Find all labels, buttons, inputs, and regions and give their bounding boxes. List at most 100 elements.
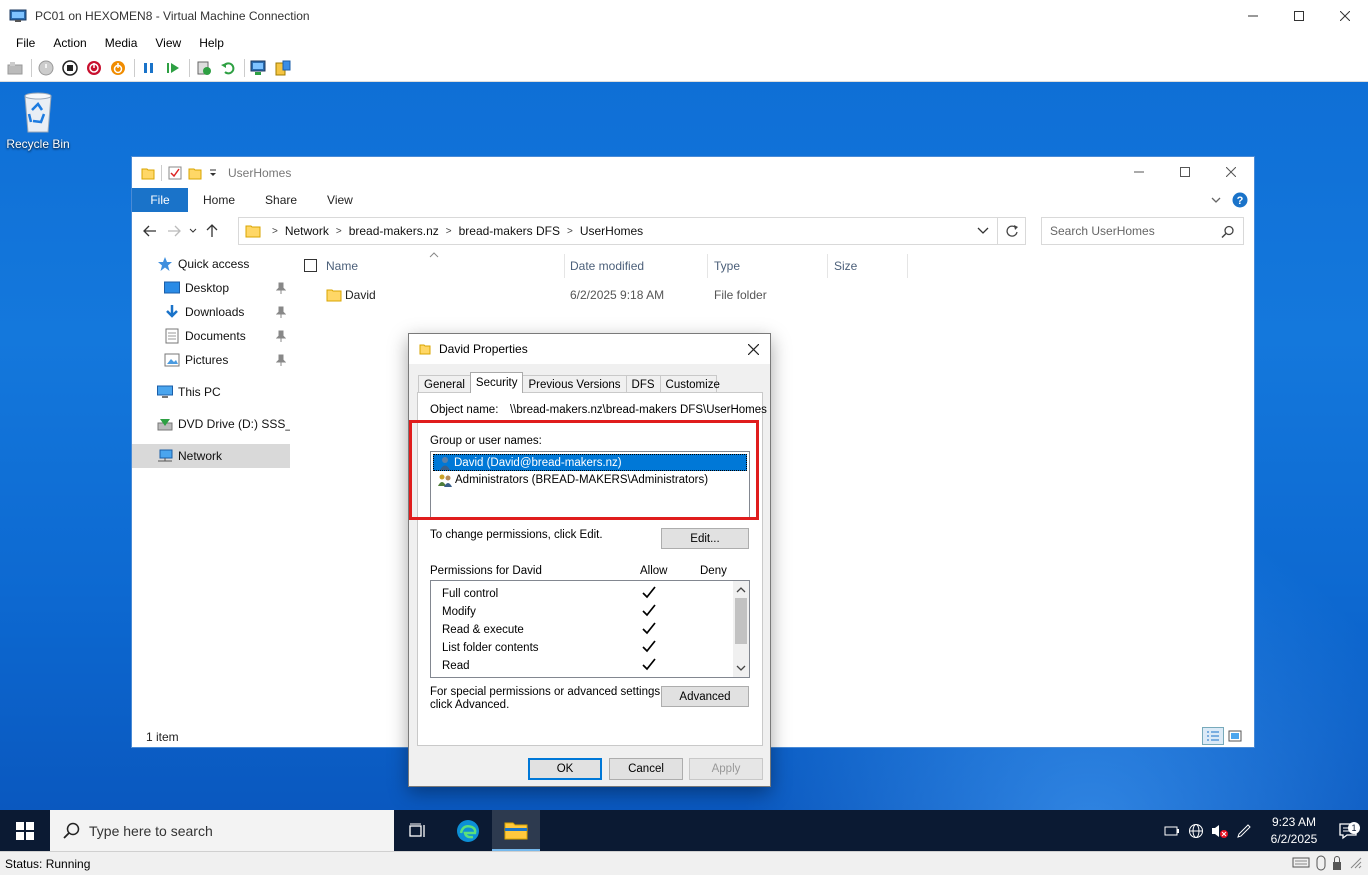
pause-icon[interactable] <box>139 58 159 78</box>
back-button[interactable] <box>138 225 162 237</box>
special-permissions-text: For special permissions or advanced sett… <box>430 686 664 698</box>
ctrl-alt-del-icon[interactable] <box>5 58 25 78</box>
up-button[interactable] <box>200 224 224 238</box>
explorer-close-button[interactable] <box>1208 157 1254 187</box>
maximize-button[interactable] <box>1276 0 1322 32</box>
resume-icon[interactable] <box>163 58 183 78</box>
nav-desktop[interactable]: Desktop <box>132 276 290 300</box>
nav-documents[interactable]: Documents <box>132 324 290 348</box>
tab-security[interactable]: Security <box>469 372 524 393</box>
shutdown-icon[interactable] <box>84 58 104 78</box>
nav-downloads-label: Downloads <box>185 305 245 319</box>
user-list[interactable]: David (David@bread-makers.nz) Administra… <box>430 451 750 519</box>
volume-muted-icon[interactable] <box>1208 823 1232 839</box>
permissions-scrollbar[interactable] <box>733 581 749 677</box>
notifications-button[interactable]: 1 <box>1328 821 1368 840</box>
taskbar-clock[interactable]: 9:23 AM 6/2/2025 <box>1260 814 1328 848</box>
tab-customize[interactable]: Customize <box>659 375 720 393</box>
nav-network[interactable]: Network <box>132 444 290 468</box>
scroll-up-icon[interactable] <box>733 583 749 597</box>
enhanced-session-icon[interactable] <box>249 58 269 78</box>
recent-locations-button[interactable] <box>186 228 200 234</box>
edit-button[interactable]: Edit... <box>661 528 749 549</box>
start-vm-icon[interactable] <box>36 58 56 78</box>
close-button[interactable] <box>1322 0 1368 32</box>
explorer-maximize-button[interactable] <box>1162 157 1208 187</box>
expand-ribbon-icon[interactable] <box>1210 195 1222 205</box>
task-view-button[interactable] <box>394 810 442 851</box>
taskbar-search-input[interactable]: Type here to search <box>50 810 394 851</box>
help-icon[interactable]: ? <box>1232 192 1248 208</box>
checkpoint-icon[interactable] <box>194 58 214 78</box>
breadcrumb-userhomes[interactable]: UserHomes <box>580 224 643 238</box>
scroll-down-icon[interactable] <box>733 661 749 675</box>
column-divider[interactable] <box>707 254 708 278</box>
tab-general[interactable]: General <box>418 375 471 393</box>
menu-action[interactable]: Action <box>44 36 95 50</box>
ok-button[interactable]: OK <box>528 758 602 780</box>
file-explorer-taskbar-button[interactable] <box>492 810 540 851</box>
scroll-thumb[interactable] <box>735 598 747 644</box>
column-date-modified[interactable]: Date modified <box>570 259 644 273</box>
edge-browser-button[interactable] <box>444 810 492 851</box>
globe-icon[interactable] <box>1184 823 1208 839</box>
allow-check-icon <box>642 604 656 617</box>
menu-media[interactable]: Media <box>96 36 147 50</box>
start-button[interactable] <box>0 810 50 851</box>
menu-help[interactable]: Help <box>190 36 233 50</box>
resize-grip-icon[interactable] <box>1348 855 1362 869</box>
column-divider[interactable] <box>907 254 908 278</box>
revert-icon[interactable] <box>218 58 238 78</box>
advanced-button[interactable]: Advanced <box>661 686 749 707</box>
details-view-button[interactable] <box>1202 727 1224 745</box>
nav-quick-access[interactable]: Quick access <box>132 252 290 276</box>
column-type[interactable]: Type <box>714 259 740 273</box>
address-dropdown-icon[interactable] <box>977 227 989 235</box>
tray-network-adapter-icon[interactable] <box>1160 824 1184 838</box>
folder-icon <box>419 344 431 355</box>
column-divider[interactable] <box>827 254 828 278</box>
ribbon-share-tab[interactable]: Share <box>250 193 312 207</box>
forward-button[interactable] <box>162 225 186 237</box>
permissions-header: Permissions for David <box>430 565 542 577</box>
ribbon-home-tab[interactable]: Home <box>188 193 250 207</box>
nav-this-pc[interactable]: This PC <box>132 380 290 404</box>
tab-dfs[interactable]: DFS <box>625 375 661 393</box>
nav-dvd-drive[interactable]: DVD Drive (D:) SSS_X6 <box>132 412 290 436</box>
cancel-button[interactable]: Cancel <box>609 758 683 780</box>
dialog-close-button[interactable] <box>742 339 764 359</box>
explorer-minimize-button[interactable] <box>1116 157 1162 187</box>
breadcrumb-network[interactable]: Network <box>285 224 329 238</box>
new-folder-icon[interactable] <box>188 166 202 180</box>
file-row[interactable]: David 6/2/2025 9:18 AM File folder <box>292 282 1256 310</box>
properties-icon[interactable] <box>168 166 182 180</box>
nav-pictures[interactable]: Pictures <box>132 348 290 372</box>
pen-icon[interactable] <box>1232 823 1256 839</box>
ribbon-view-tab[interactable]: View <box>312 193 368 207</box>
ribbon-file-tab[interactable]: File <box>132 188 188 212</box>
menu-file[interactable]: File <box>7 36 44 50</box>
search-input[interactable]: Search UserHomes <box>1041 217 1244 245</box>
user-row-administrators[interactable]: Administrators (BREAD-MAKERS\Administrat… <box>433 471 747 488</box>
column-name[interactable]: Name <box>326 259 358 273</box>
turn-off-icon[interactable] <box>60 58 80 78</box>
minimize-button[interactable] <box>1230 0 1276 32</box>
breadcrumb-dfs[interactable]: bread-makers DFS <box>459 224 560 238</box>
share-icon[interactable] <box>273 58 293 78</box>
tab-previous-versions[interactable]: Previous Versions <box>522 375 627 393</box>
power-icon[interactable] <box>108 58 128 78</box>
select-all-checkbox[interactable] <box>304 259 317 272</box>
nav-downloads[interactable]: Downloads <box>132 300 290 324</box>
breadcrumb-domain[interactable]: bread-makers.nz <box>349 224 439 238</box>
column-divider[interactable] <box>564 254 565 278</box>
address-bar[interactable]: > Network > bread-makers.nz > bread-make… <box>238 217 998 245</box>
menu-view[interactable]: View <box>146 36 190 50</box>
apply-button[interactable]: Apply <box>689 758 763 780</box>
column-size[interactable]: Size <box>834 259 857 273</box>
recycle-bin[interactable]: Recycle Bin <box>6 90 70 151</box>
refresh-button[interactable] <box>998 217 1026 245</box>
large-icons-view-button[interactable] <box>1224 727 1246 745</box>
customize-toolbar-icon[interactable] <box>208 168 218 178</box>
nav-network-label: Network <box>178 449 223 463</box>
user-row-david[interactable]: David (David@bread-makers.nz) <box>433 454 747 471</box>
